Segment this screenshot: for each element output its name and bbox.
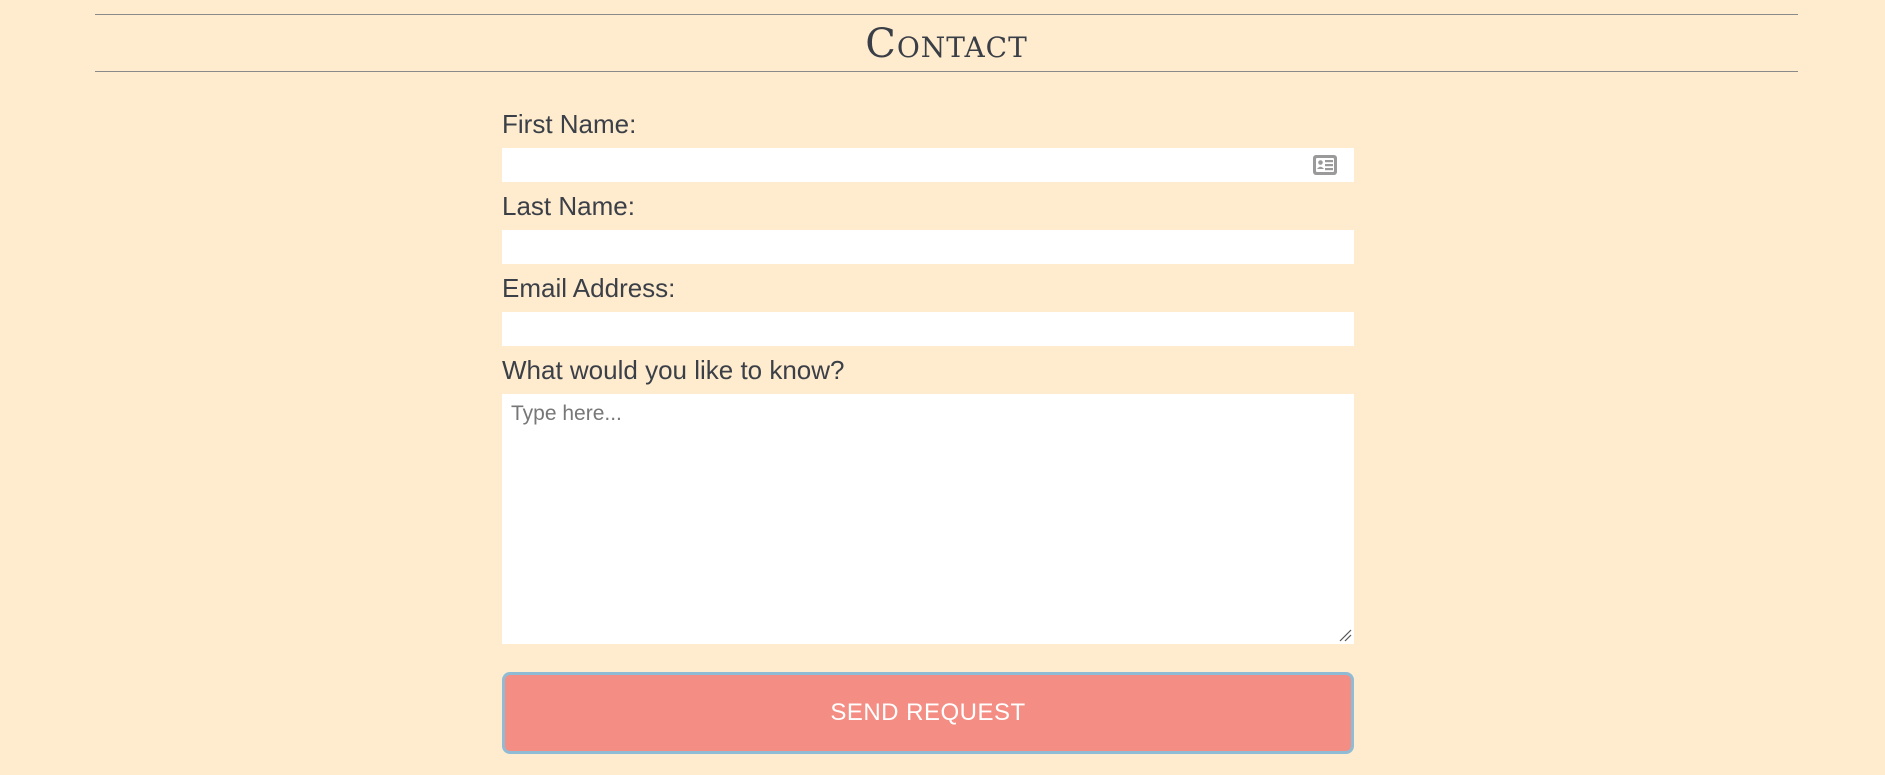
send-request-button[interactable]: SEND REQUEST — [502, 672, 1354, 754]
message-field-wrap — [502, 394, 1354, 644]
message-label: What would you like to know? — [502, 355, 845, 385]
last-name-field-wrap — [502, 230, 1354, 264]
page-header: Contact — [95, 14, 1798, 72]
last-name-field[interactable] — [502, 230, 1354, 264]
contact-card-icon[interactable] — [1312, 154, 1338, 176]
resize-handle-icon[interactable] — [1338, 628, 1352, 642]
page-title: Contact — [865, 21, 1028, 67]
email-field[interactable] — [502, 312, 1354, 346]
first-name-label: First Name: — [502, 109, 637, 139]
last-name-label: Last Name: — [502, 191, 635, 221]
contact-form: First Name: Last Name: Email Address: Wh… — [502, 100, 1354, 754]
first-name-field[interactable] — [502, 148, 1354, 182]
email-field-wrap — [502, 312, 1354, 346]
first-name-field-wrap — [502, 148, 1354, 182]
message-textarea[interactable] — [502, 394, 1354, 644]
email-label: Email Address: — [502, 273, 676, 303]
